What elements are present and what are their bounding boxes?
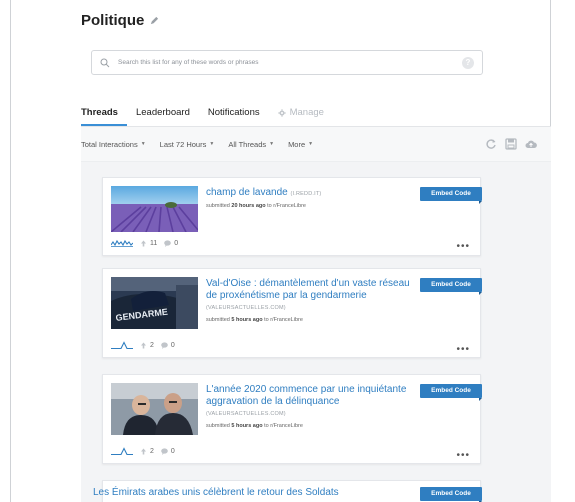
meta-subreddit[interactable]: to r/FranceLibre: [264, 317, 303, 323]
tab-manage[interactable]: Manage: [269, 107, 333, 126]
upvote-stat: 11: [140, 240, 157, 247]
thread-meta: submitted 20 hours ago to r/FranceLibre: [206, 202, 421, 210]
thread-title-link[interactable]: champ de lavande: [206, 187, 288, 198]
thread-stats: 2 0: [111, 341, 175, 349]
thread-title-link[interactable]: L'année 2020 commence par une inquiétant…: [206, 384, 406, 407]
comment-icon: [161, 447, 168, 455]
sparkline-icon: [111, 447, 133, 455]
meta-time: 5 hours ago: [231, 422, 263, 429]
thread-domain: (valeursactuelles.com): [206, 411, 286, 417]
filter-more[interactable]: More ▼: [288, 140, 313, 149]
thread-title-block: Les Émirats arabes unis célèbrent le ret…: [93, 487, 423, 499]
more-options-icon[interactable]: •••: [456, 344, 470, 355]
more-options-icon[interactable]: •••: [456, 450, 470, 461]
comment-icon: [161, 341, 168, 349]
caret-down-icon: ▼: [308, 141, 314, 147]
comment-stat: 0: [161, 342, 175, 349]
embed-code-button[interactable]: Embed Code: [420, 187, 482, 204]
refresh-icon[interactable]: [485, 138, 497, 150]
arrow-up-icon: [141, 448, 146, 454]
filter-thread-type[interactable]: All Threads ▼: [228, 140, 274, 149]
tab-manage-label: Manage: [289, 107, 324, 118]
caret-down-icon: ▼: [269, 141, 275, 147]
tab-leaderboard[interactable]: Leaderboard: [127, 107, 199, 126]
thread-domain: (i.redd.it): [290, 191, 322, 197]
page-title: Politique: [81, 12, 145, 29]
embed-code-button[interactable]: Embed Code: [420, 384, 482, 401]
tab-threads[interactable]: Threads: [81, 107, 127, 126]
filter-label: Last 72 Hours: [159, 139, 207, 149]
sparkline-icon: [111, 341, 133, 349]
filter-actions: [485, 138, 537, 150]
upvote-count: 2: [150, 341, 154, 349]
thread-stats: 11 0: [111, 239, 178, 247]
upvote-count: 11: [150, 239, 158, 247]
meta-subreddit[interactable]: to r/FranceLibre: [267, 203, 306, 209]
thread-card[interactable]: GENDARME Val-d'Oise : démantèlement d'un…: [102, 268, 482, 358]
save-icon[interactable]: [505, 138, 517, 150]
caret-down-icon: ▼: [209, 141, 215, 147]
sparkline-icon: [111, 239, 133, 247]
embed-code-button[interactable]: Embed Code: [420, 487, 482, 502]
meta-subreddit[interactable]: to r/FranceLibre: [264, 423, 303, 429]
cloud-upload-icon[interactable]: [525, 138, 537, 150]
thread-title-block: Val-d'Oise : démantèlement d'un vaste ré…: [206, 278, 421, 324]
thread-thumbnail[interactable]: [111, 186, 198, 232]
meta-prefix: submitted: [206, 202, 230, 209]
thread-stats: 2 0: [111, 447, 175, 455]
thread-meta: submitted 5 hours ago to r/FranceLibre: [206, 316, 421, 324]
meta-time: 20 hours ago: [231, 202, 266, 209]
meta-prefix: submitted: [206, 316, 230, 323]
thread-thumbnail[interactable]: [111, 383, 198, 435]
caret-down-icon: ▼: [140, 141, 146, 147]
meta-prefix: submitted: [206, 422, 230, 429]
gear-icon: [277, 108, 286, 117]
thread-meta: submitted 5 hours ago to r/FranceLibre: [206, 422, 421, 430]
thread-feed: champ de lavande (i.redd.it) submitted 2…: [81, 162, 551, 502]
thread-title-block: L'année 2020 commence par une inquiétant…: [206, 384, 421, 430]
comment-stat: 0: [164, 240, 178, 247]
upvote-stat: 2: [140, 342, 154, 349]
edit-pencil-icon[interactable]: [150, 16, 160, 26]
upvote-stat: 2: [140, 448, 154, 455]
arrow-up-icon: [141, 342, 146, 348]
thread-card[interactable]: champ de lavande (i.redd.it) submitted 2…: [102, 177, 482, 256]
thread-card[interactable]: Les Émirats arabes unis célèbrent le ret…: [93, 480, 482, 502]
comment-icon: [164, 239, 172, 247]
search-icon: [100, 58, 110, 67]
more-options-icon[interactable]: •••: [456, 241, 470, 252]
upvote-count: 2: [150, 447, 154, 455]
tab-notifications[interactable]: Notifications: [199, 107, 269, 126]
comment-count: 0: [174, 239, 179, 247]
embed-code-button[interactable]: Embed Code: [420, 278, 482, 295]
thread-title-link[interactable]: Val-d'Oise : démantèlement d'un vaste ré…: [206, 278, 410, 301]
comment-count: 0: [170, 341, 175, 349]
filter-label: All Threads: [228, 139, 267, 149]
search-bar: ?: [91, 50, 483, 75]
help-icon[interactable]: ?: [462, 56, 474, 69]
filter-bar: Total Interactions ▼ Last 72 Hours ▼ All T…: [81, 127, 551, 162]
tab-bar: Threads Leaderboard Notifications Manage: [81, 101, 551, 127]
thread-domain: (valeursactuelles.com): [206, 305, 286, 311]
comment-count: 0: [170, 447, 175, 455]
filter-total-interactions[interactable]: Total Interactions ▼: [81, 140, 146, 149]
search-input[interactable]: [118, 59, 462, 66]
filter-timeframe[interactable]: Last 72 Hours ▼: [160, 140, 215, 149]
filter-label: More: [288, 139, 306, 149]
arrow-up-icon: [141, 240, 146, 246]
filter-label: Total Interactions: [81, 139, 138, 149]
thread-title-block: champ de lavande (i.redd.it) submitted 2…: [206, 187, 421, 210]
list-header: Politique: [81, 12, 160, 29]
comment-stat: 0: [161, 448, 175, 455]
thread-title-link[interactable]: Les Émirats arabes unis célèbrent le ret…: [93, 487, 339, 498]
meta-time: 5 hours ago: [231, 316, 263, 323]
thread-thumbnail[interactable]: GENDARME: [111, 277, 198, 329]
thread-card[interactable]: L'année 2020 commence par une inquiétant…: [102, 374, 482, 464]
